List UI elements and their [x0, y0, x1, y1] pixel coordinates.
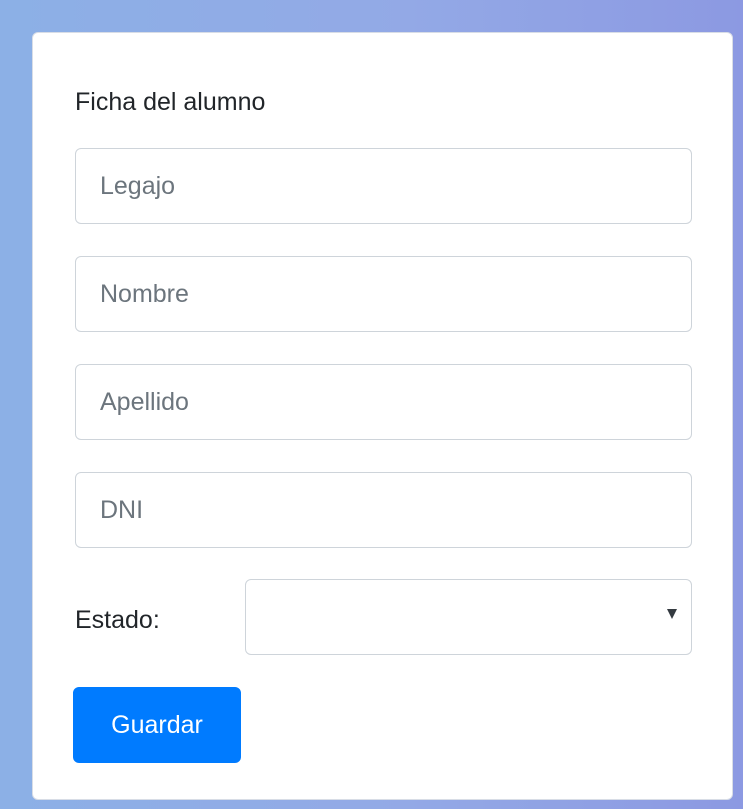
save-button[interactable]: Guardar	[73, 687, 241, 763]
legajo-input[interactable]	[75, 148, 692, 224]
estado-label: Estado:	[75, 606, 160, 634]
form-title: Ficha del alumno	[75, 88, 266, 116]
dni-input[interactable]	[75, 472, 692, 548]
student-form-card: Ficha del alumno Estado: Guardar	[32, 32, 733, 800]
nombre-input[interactable]	[75, 256, 692, 332]
estado-select[interactable]	[245, 579, 692, 655]
chevron-down-icon	[667, 609, 677, 619]
apellido-input[interactable]	[75, 364, 692, 440]
